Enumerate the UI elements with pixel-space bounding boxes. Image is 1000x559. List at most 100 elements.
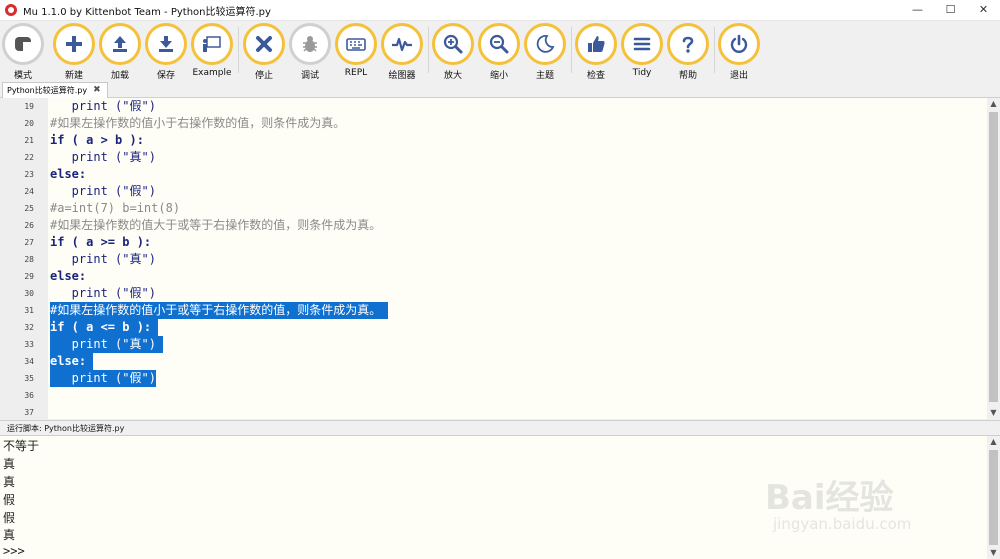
line-number: 31 bbox=[24, 306, 34, 315]
window-controls: — ☐ ✕ bbox=[901, 0, 1000, 20]
example-label: Example bbox=[192, 68, 232, 78]
code-line: 20 #如果左操作数的值小于右操作数的值，则条件成为真。 bbox=[0, 115, 987, 132]
line-number: 28 bbox=[24, 255, 34, 264]
debug-button[interactable]: 调试 bbox=[288, 23, 332, 81]
scroll-up-icon[interactable]: ▲ bbox=[987, 436, 1000, 448]
check-label: 检查 bbox=[586, 71, 605, 81]
console-scrollbar[interactable]: ▲ ▼ bbox=[987, 436, 1000, 559]
new-button[interactable]: 新建 bbox=[52, 23, 96, 81]
code-text[interactable]: print ("真") bbox=[50, 149, 156, 166]
power-icon bbox=[718, 23, 760, 65]
help-button[interactable]: 帮助 bbox=[666, 23, 710, 81]
code-text[interactable]: if ( a >= b ): bbox=[50, 234, 151, 251]
code-text-selected[interactable]: #如果左操作数的值小于或等于右操作数的值，则条件成为真。 bbox=[50, 302, 389, 319]
tab-close-icon[interactable]: ✖ bbox=[93, 83, 101, 98]
line-number: 22 bbox=[24, 153, 34, 162]
scroll-down-icon[interactable]: ▼ bbox=[987, 407, 1000, 419]
code-line: 30 print ("假") bbox=[0, 285, 987, 302]
code-text[interactable]: else: bbox=[50, 268, 86, 285]
minimize-button[interactable]: — bbox=[901, 0, 934, 20]
zoom-in-icon bbox=[432, 23, 474, 65]
presentation-icon bbox=[191, 23, 233, 65]
line-number: 20 bbox=[24, 119, 34, 128]
toolbar-divider bbox=[571, 27, 572, 73]
repl-prompt[interactable]: >>> bbox=[3, 543, 25, 559]
output-line: 真 bbox=[3, 475, 16, 489]
code-text[interactable]: else: bbox=[50, 166, 86, 183]
toolbar-divider bbox=[714, 27, 715, 73]
code-text[interactable]: if ( a > b ): bbox=[50, 132, 144, 149]
zoom-in-button[interactable]: 放大 bbox=[431, 23, 475, 81]
plotter-button[interactable]: 绘图器 bbox=[380, 23, 424, 81]
watermark-url: jingyan.baidu.com bbox=[773, 515, 912, 533]
code-text-selected[interactable]: else: bbox=[50, 353, 94, 370]
keyboard-icon bbox=[335, 23, 377, 65]
quit-button[interactable]: 退出 bbox=[717, 23, 761, 81]
close-window-button[interactable]: ✕ bbox=[967, 0, 1000, 20]
output-line: 真 bbox=[3, 457, 16, 471]
title-bar: Mu 1.1.0 by Kittenbot Team - Python比较运算符… bbox=[0, 0, 1000, 21]
run-pane-title: 运行脚本: Python比较运算符.py bbox=[7, 424, 125, 433]
code-text[interactable]: #a=int(7) b=int(8) bbox=[50, 200, 180, 217]
check-button[interactable]: 检查 bbox=[574, 23, 618, 81]
mode-label: 模式 bbox=[13, 71, 32, 81]
code-line: 35 print ("假") bbox=[0, 370, 987, 387]
download-icon bbox=[145, 23, 187, 65]
load-button[interactable]: 加载 bbox=[98, 23, 142, 81]
thumbs-up-icon bbox=[575, 23, 617, 65]
code-line: 36 bbox=[0, 387, 987, 404]
line-number: 35 bbox=[24, 374, 34, 383]
code-editor[interactable]: 19 print ("假") 20 #如果左操作数的值小于右操作数的值，则条件成为… bbox=[0, 98, 987, 419]
zoom-out-button[interactable]: 缩小 bbox=[477, 23, 521, 81]
tab-python-file[interactable]: Python比较运算符.py ✖ bbox=[2, 82, 108, 98]
toolbar-divider bbox=[238, 27, 239, 73]
code-text[interactable]: print ("真") bbox=[50, 251, 156, 268]
stop-label: 停止 bbox=[254, 71, 273, 81]
code-text[interactable]: print ("假") bbox=[50, 98, 156, 115]
mode-icon bbox=[2, 23, 44, 65]
zoom-in-label: 放大 bbox=[443, 71, 462, 81]
scrollbar-thumb[interactable] bbox=[989, 450, 998, 545]
repl-label: REPL bbox=[344, 68, 368, 78]
tidy-button[interactable]: Tidy bbox=[620, 23, 664, 78]
code-text[interactable]: print ("假") bbox=[50, 183, 156, 200]
quit-label: 退出 bbox=[729, 71, 748, 81]
theme-button[interactable]: 主题 bbox=[523, 23, 567, 81]
output-line: 不等于 bbox=[3, 439, 40, 453]
scroll-up-icon[interactable]: ▲ bbox=[987, 98, 1000, 110]
line-number: 19 bbox=[24, 102, 34, 111]
line-number: 36 bbox=[24, 391, 34, 400]
scrollbar-thumb[interactable] bbox=[989, 112, 998, 402]
pulse-icon bbox=[381, 23, 423, 65]
editor-scrollbar[interactable]: ▲ ▼ bbox=[987, 98, 1000, 419]
code-line: 29 else: bbox=[0, 268, 987, 285]
code-text[interactable]: print ("假") bbox=[50, 285, 156, 302]
code-text-selected[interactable]: print ("假") bbox=[50, 370, 156, 387]
upload-icon bbox=[99, 23, 141, 65]
code-text[interactable]: #如果左操作数的值小于右操作数的值，则条件成为真。 bbox=[50, 115, 345, 132]
code-text-selected[interactable]: print ("真") bbox=[50, 336, 164, 353]
line-number: 37 bbox=[24, 408, 34, 417]
lines-icon bbox=[621, 23, 663, 65]
code-line: 24 print ("假") bbox=[0, 183, 987, 200]
scroll-down-icon[interactable]: ▼ bbox=[987, 547, 1000, 559]
code-line: 34 else: bbox=[0, 353, 987, 370]
stop-button[interactable]: 停止 bbox=[242, 23, 286, 81]
code-text-selected[interactable]: if ( a <= b ): bbox=[50, 319, 159, 336]
line-number: 27 bbox=[24, 238, 34, 247]
baidu-watermark: Bai经验 jingyan.baidu.com bbox=[765, 470, 965, 540]
save-button[interactable]: 保存 bbox=[144, 23, 188, 81]
repl-button[interactable]: REPL bbox=[334, 23, 378, 78]
watermark-brand: Bai经验 bbox=[765, 478, 894, 518]
code-line: 31 #如果左操作数的值小于或等于右操作数的值，则条件成为真。 bbox=[0, 302, 987, 319]
new-label: 新建 bbox=[64, 71, 83, 81]
code-line: 27 if ( a >= b ): bbox=[0, 234, 987, 251]
code-text[interactable]: #如果左操作数的值大于或等于右操作数的值，则条件成为真。 bbox=[50, 217, 381, 234]
mode-button[interactable]: 模式 bbox=[1, 23, 45, 81]
example-button[interactable]: Example bbox=[190, 23, 234, 78]
output-line: 真 bbox=[3, 528, 16, 542]
line-number: 24 bbox=[24, 187, 34, 196]
close-icon bbox=[243, 23, 285, 65]
maximize-button[interactable]: ☐ bbox=[934, 0, 967, 20]
line-number: 34 bbox=[24, 357, 34, 366]
